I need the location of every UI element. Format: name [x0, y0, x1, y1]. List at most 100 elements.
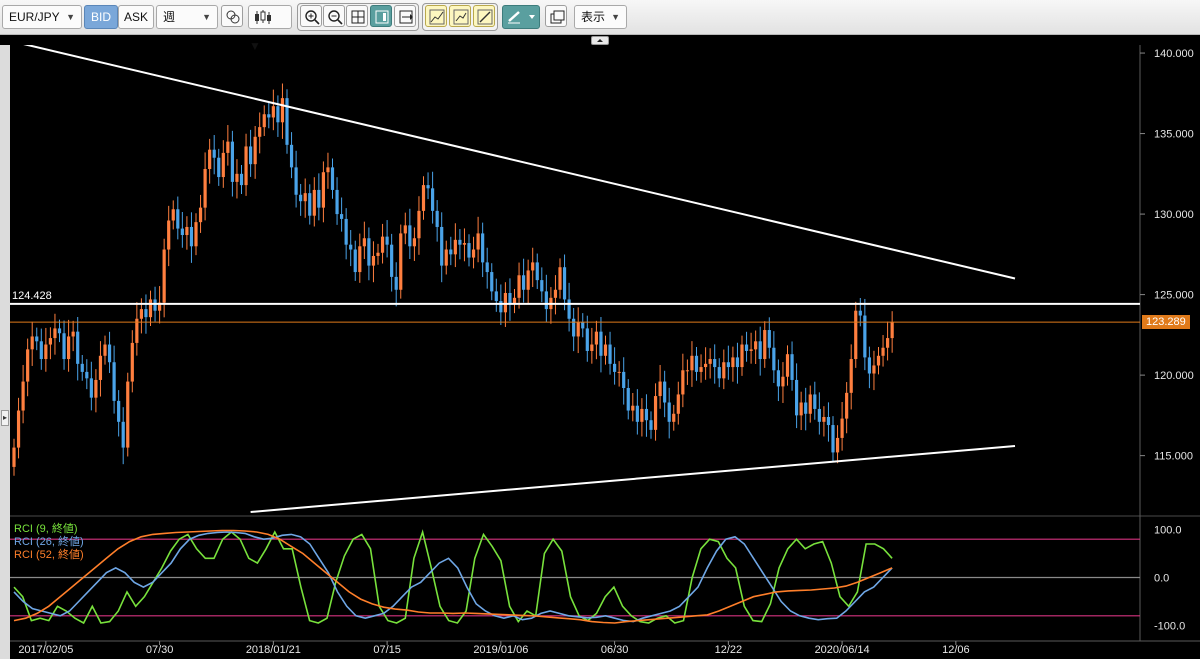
candle	[440, 212, 444, 283]
rci-legend-item: RCI (26, 終値)	[14, 534, 84, 548]
candle	[663, 370, 667, 418]
candle	[599, 316, 603, 373]
candle	[522, 258, 526, 303]
candle	[121, 407, 125, 465]
candle	[726, 345, 730, 380]
candle	[390, 233, 394, 292]
candle	[490, 263, 494, 301]
candle	[349, 230, 353, 267]
candle	[330, 158, 335, 199]
candle	[672, 404, 676, 431]
candle	[617, 361, 621, 387]
candle	[303, 178, 307, 218]
candle	[239, 164, 244, 194]
candle	[12, 438, 16, 476]
candle	[449, 236, 453, 266]
trendline[interactable]	[250, 444, 1016, 513]
y-tick-label: 125.000	[1154, 290, 1194, 302]
candle	[208, 138, 212, 184]
candle	[16, 397, 21, 459]
candle	[735, 342, 740, 384]
compare-symbols-icon[interactable]	[221, 5, 243, 27]
candle	[385, 220, 389, 258]
add-indicator-icon[interactable]	[425, 5, 447, 27]
chevron-down-icon: ▼	[66, 12, 75, 22]
candle	[289, 132, 294, 179]
draw-trendline-icon[interactable]	[473, 5, 495, 27]
candle	[512, 288, 517, 314]
candle	[80, 354, 84, 381]
rci-y-tick-label: 0.0	[1154, 573, 1169, 585]
candle	[235, 159, 239, 199]
x-tick-label: 12/22	[715, 644, 743, 656]
candle	[881, 335, 885, 367]
candle	[176, 196, 180, 240]
candle	[371, 241, 376, 283]
candle	[603, 335, 608, 365]
candle	[362, 221, 366, 260]
candle	[467, 234, 471, 267]
candle	[267, 101, 271, 129]
horizontal-line-label: 124.428	[12, 290, 52, 302]
overlays: 124.428	[10, 45, 1140, 513]
candle	[758, 326, 762, 376]
rci-indicator-panel: 100.0 0.0 -100.0	[10, 525, 1185, 632]
candle	[626, 379, 630, 420]
candle	[854, 301, 858, 368]
candle	[635, 389, 639, 435]
candle	[399, 224, 403, 299]
collapse-toolbar-handle[interactable]	[591, 36, 609, 45]
zoom-out-icon[interactable]	[323, 5, 345, 27]
y-tick-label: 140.000	[1154, 48, 1194, 60]
candle	[572, 307, 576, 352]
y-tick-label: 115.000	[1154, 451, 1193, 463]
crosshair-panel-icon[interactable]	[370, 5, 392, 27]
candle	[749, 332, 753, 364]
candle	[685, 359, 689, 385]
candle	[57, 319, 62, 343]
candle	[822, 406, 826, 437]
edit-indicator-icon[interactable]	[449, 5, 471, 27]
candle	[694, 346, 699, 381]
candle	[526, 259, 530, 305]
display-menu[interactable]: 表示 ▼	[574, 5, 627, 29]
candle	[704, 347, 708, 380]
candle	[581, 313, 585, 338]
bid-button[interactable]: BID	[84, 5, 118, 29]
candle	[376, 243, 380, 265]
scroll-to-latest-icon[interactable]	[394, 5, 416, 27]
candle	[98, 341, 103, 397]
current-price-badge: 123.289	[1142, 315, 1190, 330]
candle	[863, 298, 867, 371]
price-chart[interactable]: 124.428 140.000 135.000 130.000 125.000 120.…	[0, 45, 1200, 659]
fit-chart-icon[interactable]	[346, 5, 368, 27]
timeframe-select[interactable]: 週 ▼	[156, 5, 218, 29]
candle	[549, 287, 553, 324]
rci-legend-item: RCI (52, 終値)	[14, 547, 84, 561]
draw-color-select[interactable]	[502, 5, 540, 29]
new-window-icon[interactable]	[545, 5, 567, 27]
candle	[394, 262, 398, 307]
candle	[180, 211, 184, 248]
candle	[431, 171, 435, 224]
candle	[717, 358, 721, 388]
rci-series-line	[13, 531, 893, 623]
timeframe-value: 週	[163, 10, 176, 24]
candle	[722, 349, 726, 390]
candle	[653, 383, 658, 441]
ask-button[interactable]: ASK	[118, 5, 154, 29]
x-tick-label: 2019/01/06	[473, 644, 528, 656]
candle	[367, 227, 371, 281]
candle	[558, 258, 562, 299]
y-tick-label: 120.000	[1154, 370, 1194, 382]
chart-type-select[interactable]: ▼	[248, 5, 292, 53]
candle	[148, 290, 153, 327]
candle	[412, 227, 416, 261]
chart-toolbar: EUR/JPY ▼ BID ASK 週 ▼ ▼ 表示 ▼	[0, 0, 1200, 53]
symbol-select[interactable]: EUR/JPY ▼	[2, 5, 82, 29]
candle	[640, 398, 644, 437]
candle	[776, 359, 780, 402]
candle	[681, 353, 685, 408]
zoom-in-icon[interactable]	[300, 5, 322, 27]
candle	[135, 302, 139, 356]
